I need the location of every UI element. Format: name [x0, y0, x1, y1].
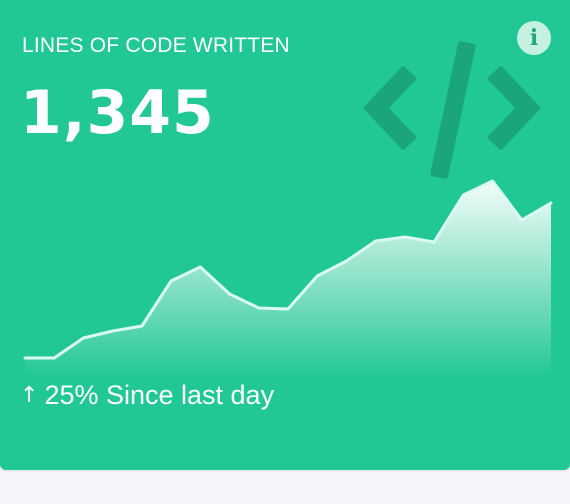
arrow-up-icon: ↑: [20, 383, 39, 408]
change-text: 25% Since last day: [44, 380, 275, 410]
stat-value: 1,345: [20, 78, 215, 148]
change-indicator: ↑ 25% Since last day: [20, 380, 274, 411]
sparkline-chart: [23, 179, 553, 375]
card-title: LINES OF CODE WRITTEN: [22, 34, 290, 57]
stat-card: LINES OF CODE WRITTEN 1,345 i ↑ 25% Sinc…: [0, 0, 570, 470]
sparkline-area: [25, 181, 551, 375]
